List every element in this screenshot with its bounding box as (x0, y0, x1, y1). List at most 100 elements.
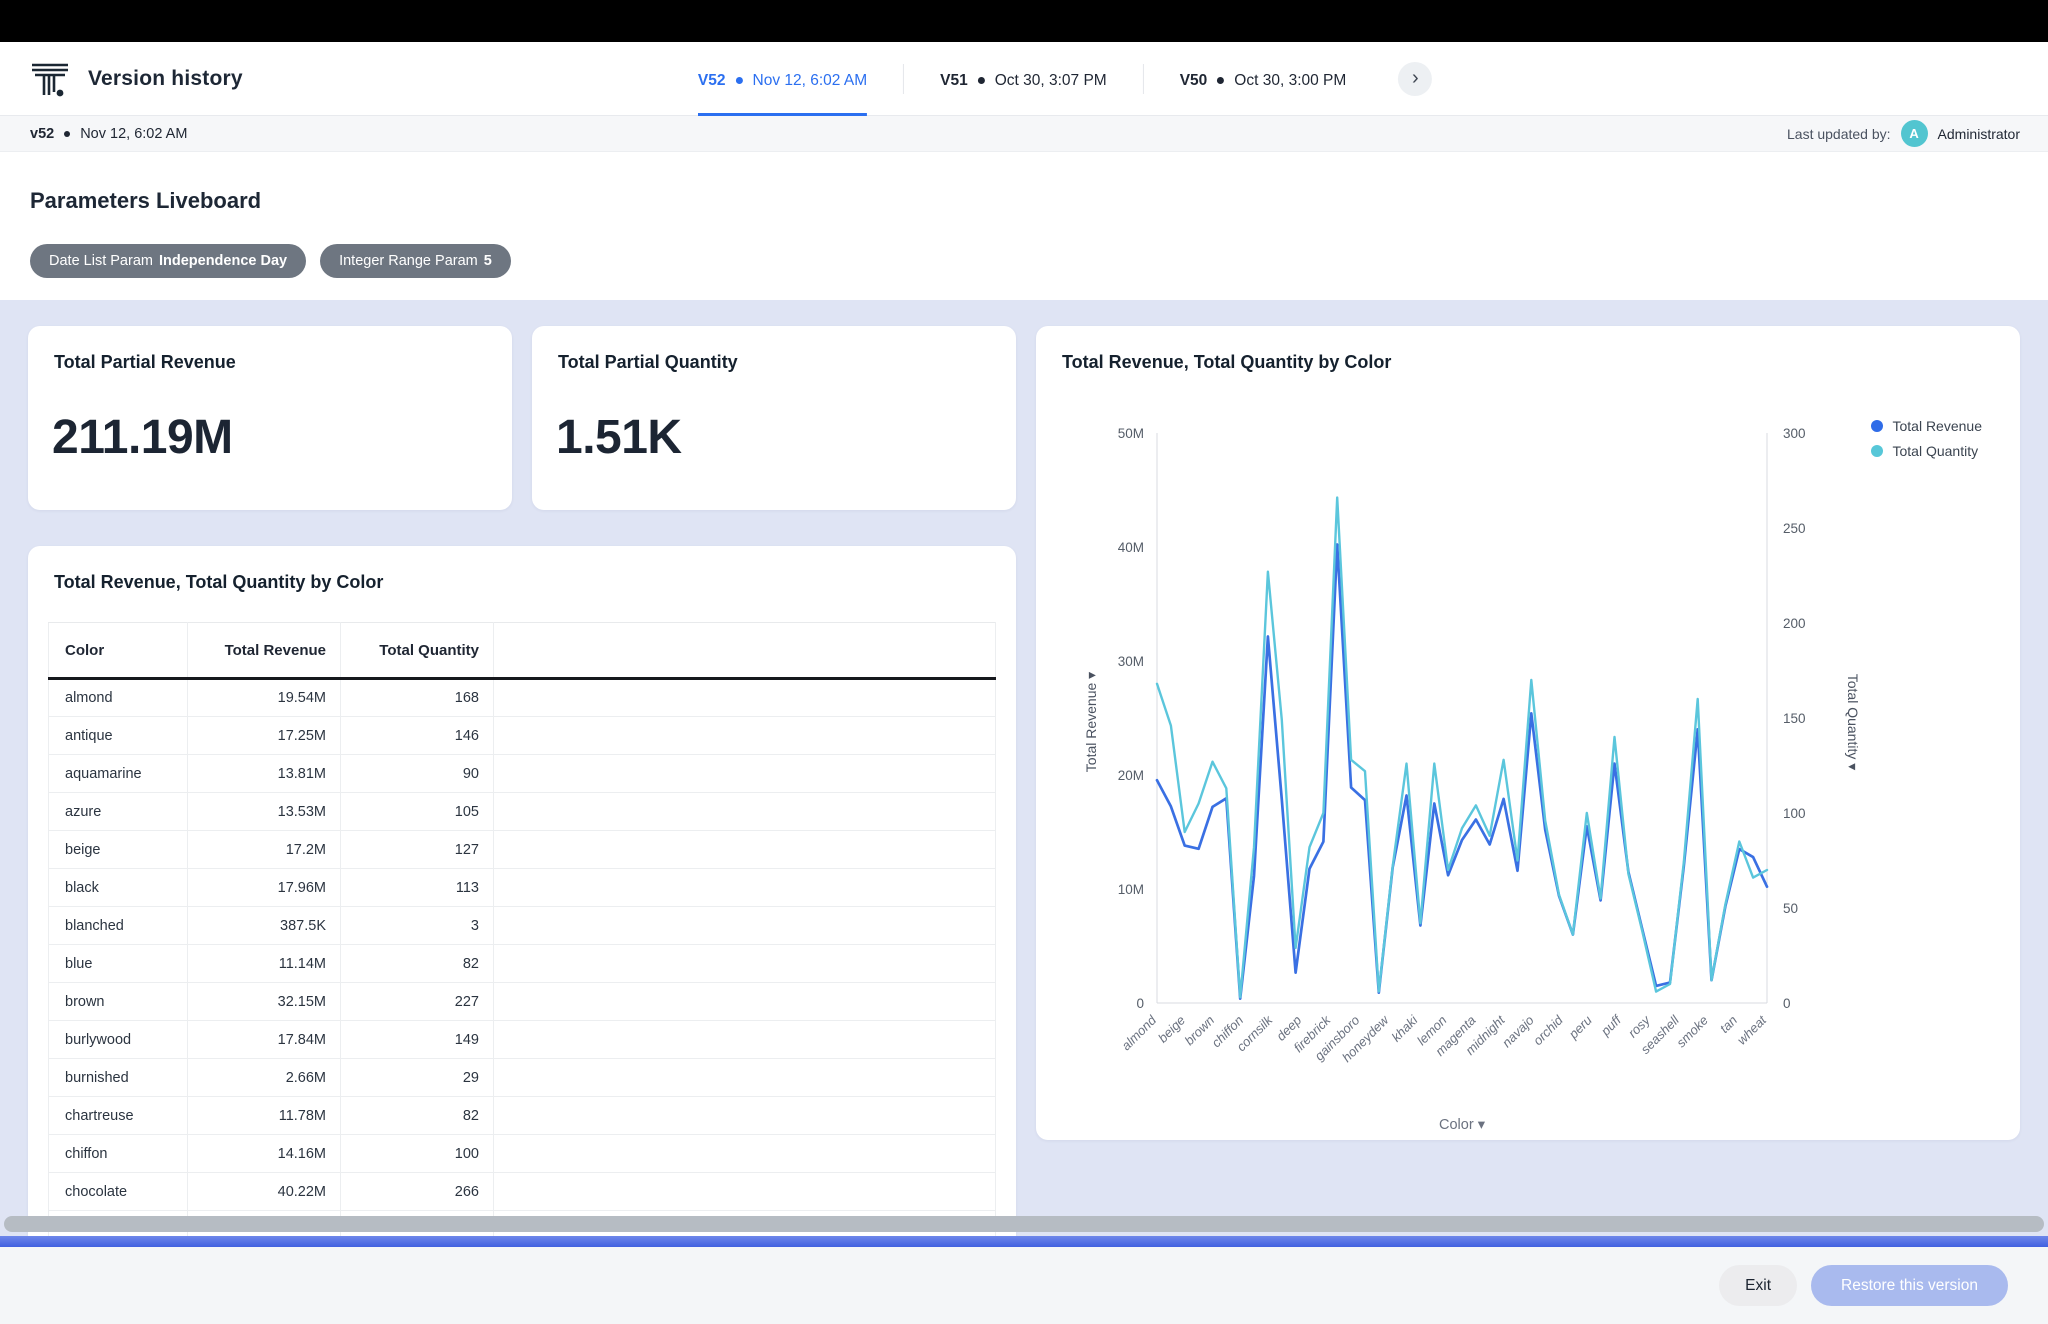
y-right-tick: 100 (1783, 806, 1806, 821)
thoughtspot-logo-icon (30, 59, 70, 99)
liveboard-horizontal-scrollbar-thumb[interactable] (4, 1216, 2044, 1232)
revenue-cell: 13.81M (188, 755, 341, 793)
tab-date-label: Nov 12, 6:02 AM (753, 72, 868, 90)
color-cell: blue (49, 945, 188, 983)
quantity-cell: 127 (341, 831, 494, 869)
color-cell: blanched (49, 907, 188, 945)
revenue-cell: 17.96M (188, 869, 341, 907)
empty-cell (494, 679, 996, 717)
table-row[interactable]: chiffon14.16M100 (49, 1135, 996, 1173)
y-left-tick: 0 (1136, 996, 1144, 1011)
chart-legend: Total Revenue Total Quantity (1871, 418, 1982, 459)
table-row[interactable]: burnished2.66M29 (49, 1059, 996, 1097)
table-row[interactable]: black17.96M113 (49, 869, 996, 907)
legend-item-total-revenue[interactable]: Total Revenue (1871, 418, 1982, 434)
table-row[interactable]: chocolate40.22M266 (49, 1173, 996, 1211)
color-cell: brown (49, 983, 188, 1021)
y-right-tick: 300 (1783, 426, 1806, 441)
column-header-total-revenue[interactable]: Total Revenue (188, 623, 341, 679)
quantity-cell: 29 (341, 1059, 494, 1097)
color-cell: chocolate (49, 1173, 188, 1211)
x-tick-label: tan (1717, 1013, 1740, 1036)
y-left-tick: 40M (1118, 540, 1144, 555)
bullet-icon (978, 77, 985, 84)
page-title: Version history (88, 67, 243, 91)
version-info-bar: v52 Nov 12, 6:02 AM Last updated by: A A… (0, 116, 2048, 152)
table-row[interactable]: azure13.53M105 (49, 793, 996, 831)
tab-version-v52[interactable]: V52Nov 12, 6:02 AM (662, 42, 903, 116)
revenue-cell: 17.84M (188, 1021, 341, 1059)
empty-cell (494, 1097, 996, 1135)
data-table: ColorTotal RevenueTotal Quantity almond1… (48, 622, 996, 1236)
color-cell: black (49, 869, 188, 907)
column-header-total-quantity[interactable]: Total Quantity (341, 623, 494, 679)
quantity-cell: 82 (341, 1097, 494, 1135)
color-cell: almond (49, 679, 188, 717)
table-card-title: Total Revenue, Total Quantity by Color (54, 572, 383, 593)
y-left-tick: 20M (1118, 768, 1144, 783)
color-cell: beige (49, 831, 188, 869)
color-cell: antique (49, 717, 188, 755)
table-row[interactable]: almond19.54M168 (49, 679, 996, 717)
x-tick-label: navajo (1499, 1013, 1537, 1051)
bullet-icon (736, 77, 743, 84)
table-header: ColorTotal RevenueTotal Quantity (49, 623, 996, 679)
bullet-icon (64, 131, 70, 137)
parameter-chip-integer-range-param[interactable]: Integer Range Param5 (320, 244, 511, 278)
parameter-chip-date-list-param[interactable]: Date List Param Independence Day (30, 244, 306, 278)
table-row[interactable]: chartreuse11.78M82 (49, 1097, 996, 1135)
table-row[interactable]: beige17.2M127 (49, 831, 996, 869)
legend-item-total-quantity[interactable]: Total Quantity (1871, 443, 1982, 459)
table-row[interactable]: blue11.14M82 (49, 945, 996, 983)
table-row[interactable]: antique17.25M146 (49, 717, 996, 755)
color-cell: aquamarine (49, 755, 188, 793)
empty-cell (494, 983, 996, 1021)
y-left-tick: 10M (1118, 882, 1144, 897)
table-row[interactable]: blanched387.5K3 (49, 907, 996, 945)
revenue-cell: 11.78M (188, 1097, 341, 1135)
quantity-cell: 90 (341, 755, 494, 793)
more-versions-button[interactable]: › (1398, 62, 1432, 96)
legend-label: Total Revenue (1892, 418, 1982, 434)
quantity-cell: 113 (341, 869, 494, 907)
empty-cell (494, 1173, 996, 1211)
color-cell: burlywood (49, 1021, 188, 1059)
table-body: almond19.54M168antique17.25M146aquamarin… (49, 679, 996, 1237)
revenue-cell: 11.14M (188, 945, 341, 983)
table-row[interactable]: burlywood17.84M149 (49, 1021, 996, 1059)
y-right-tick: 150 (1783, 711, 1806, 726)
revenue-cell: 17.25M (188, 717, 341, 755)
tab-version-v51[interactable]: V51Oct 30, 3:07 PM (904, 42, 1143, 116)
y-right-tick: 250 (1783, 521, 1806, 536)
column-header-color[interactable]: Color (49, 623, 188, 679)
x-tick-label: puff (1597, 1012, 1625, 1040)
revenue-cell: 17.2M (188, 831, 341, 869)
tab-date-label: Oct 30, 3:00 PM (1234, 72, 1346, 90)
x-tick-label: peru (1565, 1013, 1595, 1043)
quantity-cell: 149 (341, 1021, 494, 1059)
chip-value: 5 (484, 253, 492, 269)
table-row[interactable]: aquamarine13.81M90 (49, 755, 996, 793)
chip-value: Independence Day (159, 253, 287, 269)
color-cell: burnished (49, 1059, 188, 1097)
last-updated-user: Administrator (1938, 126, 2020, 142)
tab-version-v50[interactable]: V50Oct 30, 3:00 PM (1144, 42, 1383, 116)
revenue-cell: 13.53M (188, 793, 341, 831)
x-tick-label: smoke (1673, 1013, 1711, 1051)
legend-dot-icon (1871, 420, 1883, 432)
liveboard-title-band: Parameters Liveboard Date List ParamInde… (0, 152, 2048, 300)
exit-button[interactable]: Exit (1719, 1265, 1797, 1306)
chip-label: Date List Param (49, 253, 153, 269)
quantity-cell: 3 (341, 907, 494, 945)
revenue-cell: 14.16M (188, 1135, 341, 1173)
color-cell: azure (49, 793, 188, 831)
y-right-axis-title: Total Quantity ▾ (1845, 674, 1861, 771)
quantity-cell: 168 (341, 679, 494, 717)
y-right-tick: 50 (1783, 901, 1798, 916)
restore-version-button[interactable]: Restore this version (1811, 1265, 2008, 1306)
page-horizontal-scrollbar[interactable] (0, 1236, 2048, 1247)
table-row[interactable]: brown32.15M227 (49, 983, 996, 1021)
x-tick-label: orchid (1530, 1012, 1566, 1048)
kpi-value: 211.19M (52, 410, 233, 465)
last-updated: Last updated by: A Administrator (1787, 120, 2020, 147)
